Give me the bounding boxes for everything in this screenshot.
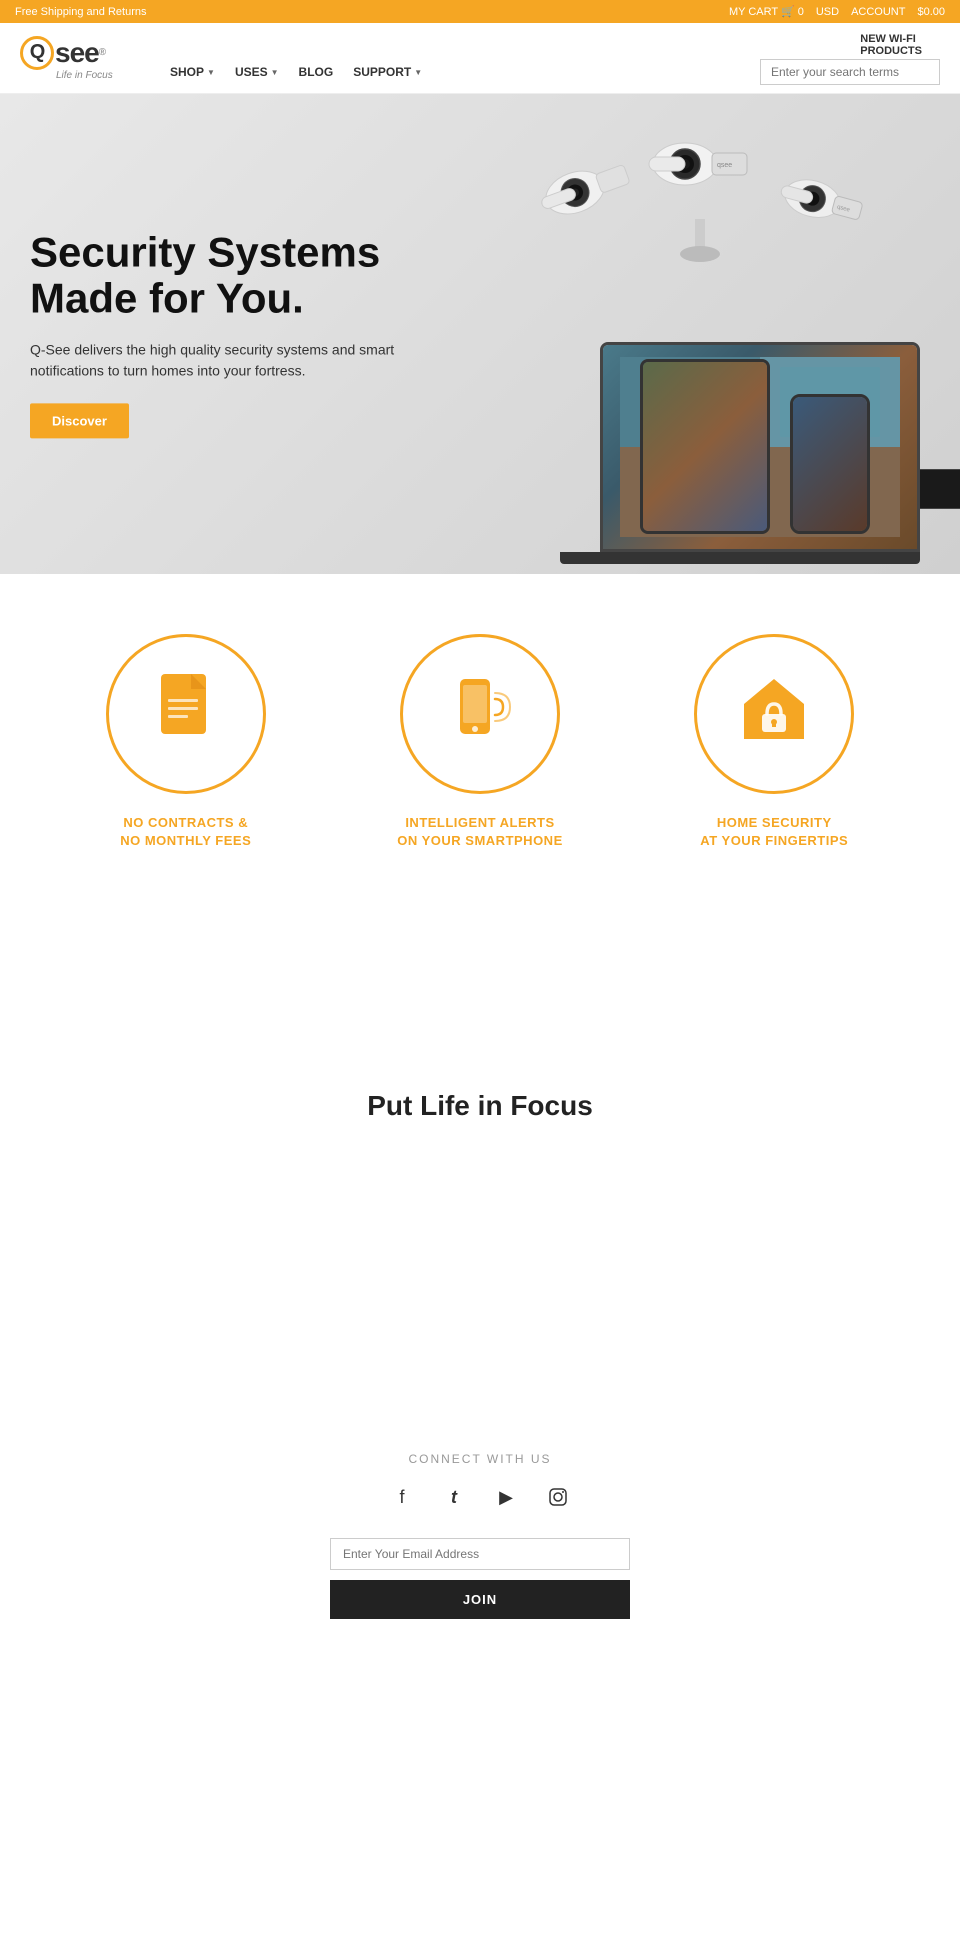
feature-label-1: NO CONTRACTS & NO MONTHLY FEES bbox=[120, 814, 251, 850]
nav-shop[interactable]: SHOP ▼ bbox=[160, 61, 225, 83]
feature-label-2: INTELLIGENT ALERTS ON YOUR SMARTPHONE bbox=[397, 814, 563, 850]
search-input[interactable] bbox=[760, 59, 940, 85]
top-bar: Free Shipping and Returns MY CART 🛒 0 US… bbox=[0, 0, 960, 23]
bottom-spacer bbox=[0, 1659, 960, 1959]
feature-circle-2 bbox=[400, 634, 560, 794]
cart-value: $0.00 bbox=[917, 6, 945, 18]
connect-label: CONNECT WITH US bbox=[20, 1452, 940, 1466]
discover-button[interactable]: Discover bbox=[30, 404, 129, 439]
top-bar-right: MY CART 🛒 0 USD ACCOUNT $0.00 bbox=[729, 5, 945, 18]
usd-label[interactable]: USD bbox=[816, 6, 839, 18]
tablet-screen bbox=[643, 362, 767, 531]
devices-area: qsee bbox=[580, 342, 930, 564]
hero-description: Q-See delivers the high quality security… bbox=[30, 340, 410, 382]
nav-blog[interactable]: BLOG bbox=[289, 61, 344, 83]
hero-title: Security Systems Made for You. bbox=[30, 229, 410, 321]
nav-new-wifi[interactable]: NEW WI-FIPRODUCTS bbox=[852, 31, 930, 59]
instagram-icon[interactable] bbox=[542, 1481, 574, 1513]
cameras-svg: qsee qsee bbox=[500, 124, 900, 344]
nav-uses[interactable]: USES ▼ bbox=[225, 61, 289, 83]
feature-label-3: HOME SECURITY AT YOUR FINGERTIPS bbox=[700, 814, 848, 850]
tablet-device bbox=[640, 359, 770, 534]
feature-no-contracts: NO CONTRACTS & NO MONTHLY FEES bbox=[106, 634, 266, 850]
twitter-icon[interactable]: t bbox=[438, 1481, 470, 1513]
free-shipping-label: Free Shipping and Returns bbox=[15, 6, 146, 18]
feature-alerts: INTELLIGENT ALERTS ON YOUR SMARTPHONE bbox=[397, 634, 563, 850]
cameras-image: qsee qsee bbox=[500, 124, 900, 349]
features-section: NO CONTRACTS & NO MONTHLY FEES INTELLIGE… bbox=[0, 574, 960, 910]
logo[interactable]: Qsee® Life in Focus bbox=[20, 36, 130, 81]
youtube-icon[interactable]: ▶ bbox=[490, 1481, 522, 1513]
uses-chevron-icon: ▼ bbox=[271, 68, 279, 77]
my-cart-link[interactable]: MY CART 🛒 0 bbox=[729, 5, 804, 18]
q-letter: Q bbox=[20, 36, 54, 70]
laptop-base bbox=[560, 552, 920, 564]
footer-social: CONNECT WITH US f t ▶ JOIN bbox=[0, 1412, 960, 1659]
nav-top-row: NEW WI-FIPRODUCTS bbox=[160, 31, 940, 59]
nav-bottom-row: SHOP ▼ USES ▼ BLOG SUPPORT ▼ bbox=[160, 59, 940, 85]
social-icons: f t ▶ bbox=[20, 1481, 940, 1513]
feature-circle-1 bbox=[106, 634, 266, 794]
account-link[interactable]: ACCOUNT bbox=[851, 6, 905, 18]
main-nav: NEW WI-FIPRODUCTS SHOP ▼ USES ▼ BLOG SUP… bbox=[160, 31, 940, 85]
support-chevron-icon: ▼ bbox=[414, 68, 422, 77]
logo-brand: Qsee® bbox=[20, 36, 105, 70]
hero-banner: Security Systems Made for You. Q-See del… bbox=[0, 94, 960, 574]
logo-tagline: Life in Focus bbox=[56, 70, 113, 81]
feature-home-security: HOME SECURITY AT YOUR FINGERTIPS bbox=[694, 634, 854, 850]
document-icon bbox=[146, 669, 226, 759]
join-button[interactable]: JOIN bbox=[330, 1580, 630, 1619]
home-lock-icon bbox=[729, 669, 819, 759]
focus-title: Put Life in Focus bbox=[40, 1090, 920, 1122]
nav-support[interactable]: SUPPORT ▼ bbox=[343, 61, 432, 83]
instagram-svg bbox=[548, 1487, 568, 1507]
focus-content bbox=[40, 1152, 920, 1252]
hero-content: Security Systems Made for You. Q-See del… bbox=[30, 229, 410, 438]
phone-device bbox=[790, 394, 870, 534]
mid-spacer bbox=[0, 910, 960, 1010]
shop-chevron-icon: ▼ bbox=[207, 68, 215, 77]
phone-screen bbox=[793, 397, 867, 531]
svg-text:qsee: qsee bbox=[717, 162, 732, 169]
smartphone-alert-icon bbox=[435, 669, 525, 759]
feature-circle-3 bbox=[694, 634, 854, 794]
facebook-icon[interactable]: f bbox=[386, 1481, 418, 1513]
spacer-2 bbox=[0, 1332, 960, 1412]
header: Qsee® Life in Focus NEW WI-FIPRODUCTS SH… bbox=[0, 23, 960, 94]
focus-section: Put Life in Focus bbox=[0, 1010, 960, 1332]
email-input[interactable] bbox=[330, 1538, 630, 1570]
